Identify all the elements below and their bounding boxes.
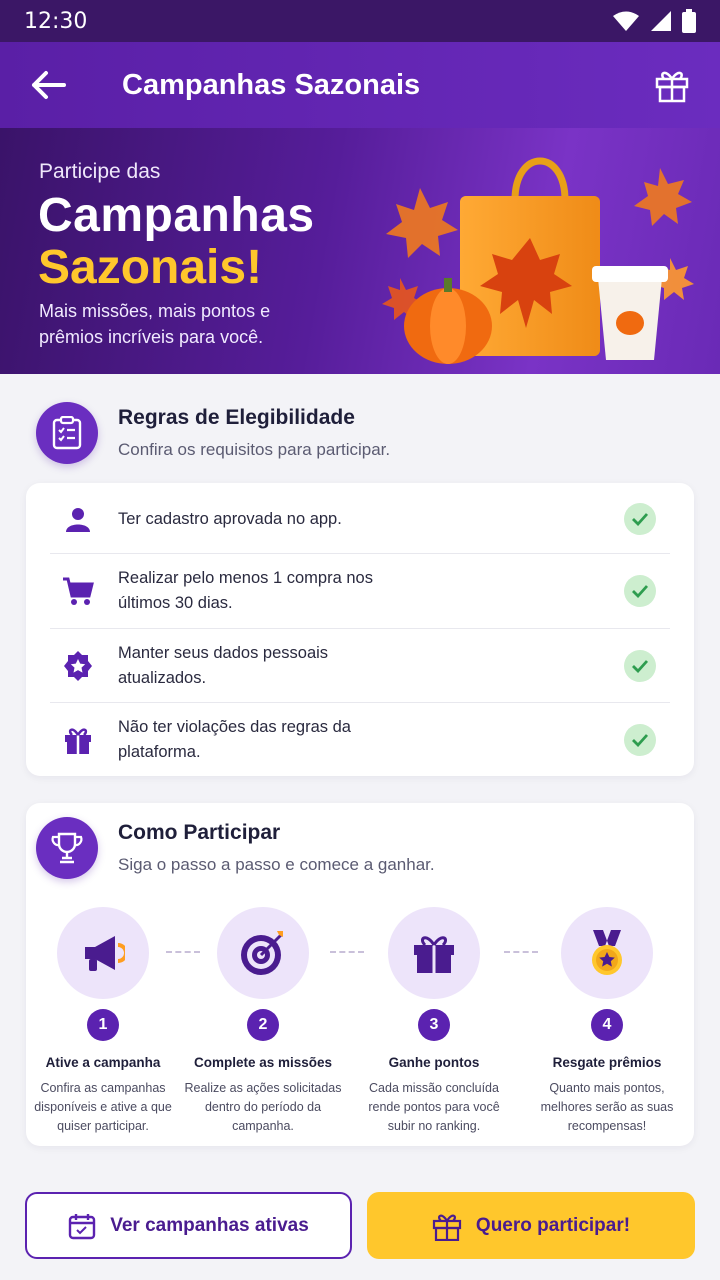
hero-banner: Participe das Campanhas Sazonais! Mais m…	[0, 128, 720, 374]
trophy-icon	[36, 817, 98, 879]
autumn-shopping-illustration	[382, 157, 694, 364]
check-icon	[624, 575, 656, 607]
person-icon	[66, 508, 90, 532]
hero-title-line1: Campanhas	[38, 189, 315, 242]
system-icons	[612, 9, 696, 33]
step-item: 2 Complete as missões Realize as ações s…	[183, 907, 343, 1136]
rule-item: Ter cadastro aprovada no app.	[50, 495, 670, 543]
step-item: 3 Ganhe pontos Cada missão concluída ren…	[354, 907, 514, 1136]
step-number: 3	[418, 1009, 450, 1041]
rule-text: Não ter violações das regras da platafor…	[118, 718, 351, 761]
divider	[50, 628, 670, 629]
hero-pretitle: Participe das	[39, 160, 161, 183]
calendar-icon	[69, 1213, 96, 1239]
step-description: Realize as ações solicitadas dentro do p…	[184, 1081, 342, 1133]
participate-button[interactable]: Quero participar!	[367, 1192, 695, 1259]
gift-icon	[414, 936, 454, 973]
cart-icon	[63, 577, 94, 605]
rule-text: Ter cadastro aprovada no app.	[118, 509, 342, 528]
howto-header: Como Participar Siga o passo a passo e c…	[36, 817, 435, 879]
bag-handle	[511, 157, 569, 201]
target-icon	[241, 931, 283, 975]
step-number: 1	[87, 1009, 119, 1041]
step-title: Ative a campanha	[45, 1055, 161, 1070]
step-item: 4 Resgate prêmios Quanto mais pontos, me…	[527, 907, 687, 1136]
coffee-cup-icon	[592, 266, 668, 360]
step-title: Complete as missões	[193, 1055, 333, 1070]
wifi-icon	[613, 11, 639, 31]
step-number: 2	[247, 1009, 279, 1041]
app-bar: Campanhas Sazonais	[0, 42, 720, 128]
eligibility-subtitle: Confira os requisitos para participar.	[118, 440, 391, 459]
rule-text: Manter seus dados pessoais atualizados.	[118, 644, 329, 687]
step-number: 4	[591, 1009, 623, 1041]
participate-label: Quero participar!	[475, 1214, 631, 1236]
page-title: Campanhas Sazonais	[122, 68, 421, 101]
check-icon	[624, 650, 656, 682]
hero-subtitle: Mais missões, mais pontos e prêmios incr…	[39, 301, 271, 347]
howto-subtitle: Siga o passo a passo e comece a ganhar.	[118, 855, 435, 874]
medal-icon	[592, 930, 622, 975]
clipboard-checklist-icon	[36, 402, 98, 464]
check-icon	[624, 724, 656, 756]
step-title: Resgate prêmios	[552, 1055, 662, 1070]
hero-title-line2: Sazonais!	[38, 241, 263, 294]
view-active-campaigns-label: Ver campanhas ativas	[110, 1214, 309, 1236]
step-title: Ganhe pontos	[388, 1055, 480, 1070]
step-description: Confira as campanhas disponíveis e ative…	[34, 1081, 172, 1133]
rule-item: Realizar pelo menos 1 compra nos últimos…	[50, 565, 670, 617]
badge-star-icon	[64, 651, 92, 681]
status-bar: 12:30	[0, 0, 720, 42]
divider	[50, 702, 670, 703]
gift-icon[interactable]	[654, 67, 690, 103]
back-arrow-icon[interactable]	[30, 70, 66, 100]
gift-icon	[432, 1214, 462, 1241]
check-icon	[624, 503, 656, 535]
eligibility-header: Regras de Elegibilidade Confira os requi…	[36, 402, 390, 464]
view-active-campaigns-button[interactable]: Ver campanhas ativas	[25, 1192, 352, 1259]
eligibility-card: Ter cadastro aprovada no app. Realizar p…	[26, 483, 694, 776]
battery-icon	[682, 9, 696, 33]
rule-item: Manter seus dados pessoais atualizados.	[50, 640, 670, 692]
rule-text: Realizar pelo menos 1 compra nos últimos…	[118, 569, 373, 612]
howto-title: Como Participar	[118, 821, 281, 844]
divider	[50, 553, 670, 554]
gift-icon	[65, 728, 91, 754]
howto-card: Como Participar Siga o passo a passo e c…	[26, 803, 694, 1146]
signal-icon	[651, 11, 671, 31]
step-description: Cada missão concluída rende pontos para …	[368, 1081, 500, 1133]
step-item: 1 Ative a campanha Confira as campanhas …	[23, 907, 183, 1136]
step-description: Quanto mais pontos, melhores serão as su…	[540, 1081, 674, 1133]
eligibility-title: Regras de Elegibilidade	[118, 406, 355, 429]
status-time: 12:30	[24, 8, 88, 34]
megaphone-icon	[85, 936, 125, 971]
rule-item: Não ter violações das regras da platafor…	[50, 714, 670, 766]
